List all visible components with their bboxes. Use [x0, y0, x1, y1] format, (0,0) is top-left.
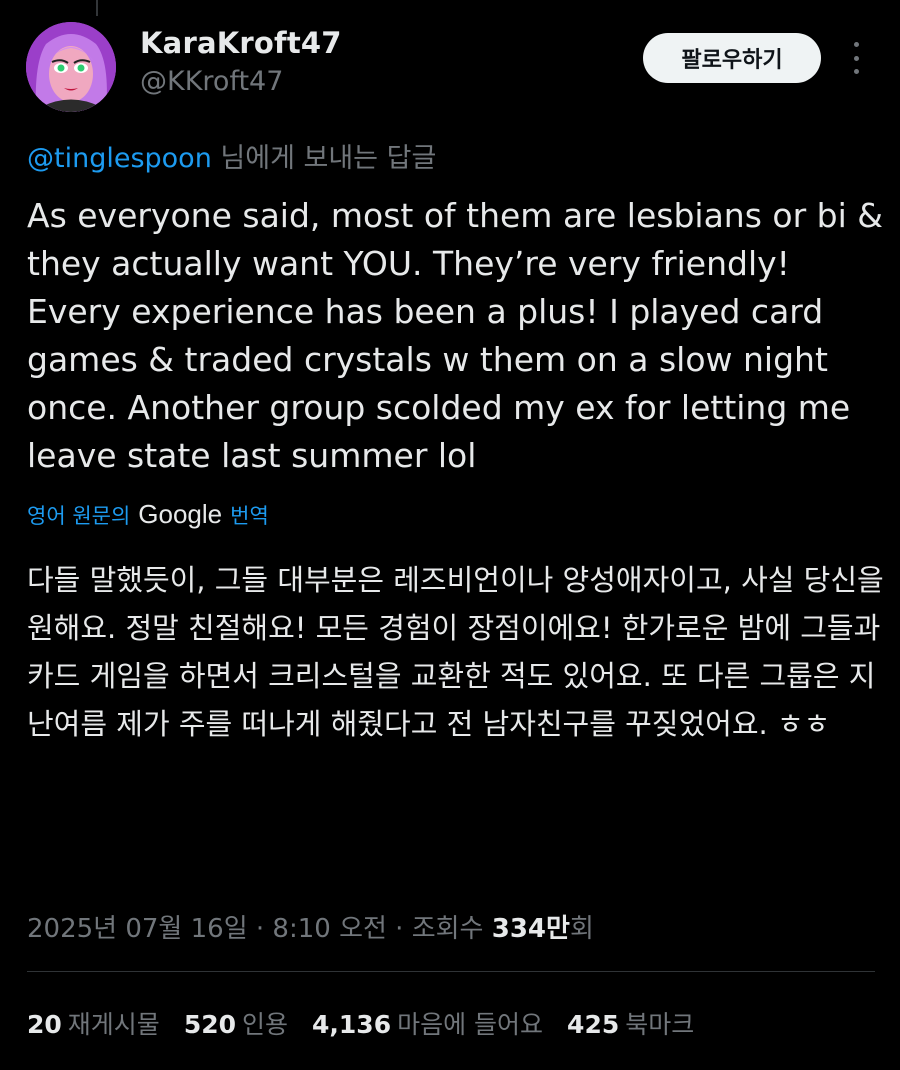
translation-attribution[interactable]: 영어 원문의 Google 번역 [27, 499, 269, 530]
stat-label: 마음에 들어요 [397, 1010, 544, 1039]
stat-label: 인용 [242, 1010, 289, 1039]
divider [27, 971, 875, 972]
stat-number: 20 [27, 1010, 62, 1039]
stat-number: 4,136 [312, 1010, 392, 1039]
thread-connector-line [96, 0, 98, 16]
views-count: 334만 [491, 914, 570, 944]
tweet-text: As everyone said, most of them are lesbi… [27, 196, 883, 475]
translation-prefix: 영어 원문의 [27, 503, 131, 528]
translation-suffix: 번역 [230, 503, 269, 528]
follow-button[interactable]: 팔로우하기 [643, 33, 821, 83]
avatar[interactable] [26, 22, 116, 112]
stat-number: 425 [567, 1010, 620, 1039]
stat-number: 520 [183, 1010, 236, 1039]
stat-likes[interactable]: 4,136 마음에 들어요 [312, 1005, 543, 1041]
reply-mention-link[interactable]: @tinglespoon [27, 143, 212, 174]
google-logo: Google [138, 499, 223, 529]
reply-to-suffix: 님에게 보내는 답글 [211, 143, 437, 174]
stat-label: 재게시물 [67, 1010, 160, 1039]
reply-to-line: @tinglespoon 님에게 보내는 답글 [27, 136, 436, 175]
stat-reposts[interactable]: 20 재게시물 [27, 1005, 160, 1041]
translated-text: 다들 말했듯이, 그들 대부분은 레즈비언이나 양성애자이고, 사실 당신을 원… [27, 563, 884, 741]
engagement-stats: 20 재게시물 520 인용 4,136 마음에 들어요 425 북마크 [27, 1005, 694, 1041]
stat-bookmarks[interactable]: 425 북마크 [567, 1005, 694, 1041]
author-handle[interactable]: @KKroft47 [140, 66, 283, 97]
author-display-name[interactable]: KaraKroft47 [140, 26, 342, 60]
tweet-meta: 2025년 07월 16일 · 8:10 오전 · 조회수 334만회 [27, 908, 594, 945]
stat-label: 북마크 [625, 1010, 695, 1039]
views-suffix: 회 [569, 914, 594, 944]
more-options-icon[interactable] [846, 42, 866, 74]
stat-quotes[interactable]: 520 인용 [184, 1005, 288, 1041]
timestamp[interactable]: 2025년 07월 16일 · 8:10 오전 · 조회수 [27, 914, 492, 944]
avatar-image [26, 22, 116, 112]
